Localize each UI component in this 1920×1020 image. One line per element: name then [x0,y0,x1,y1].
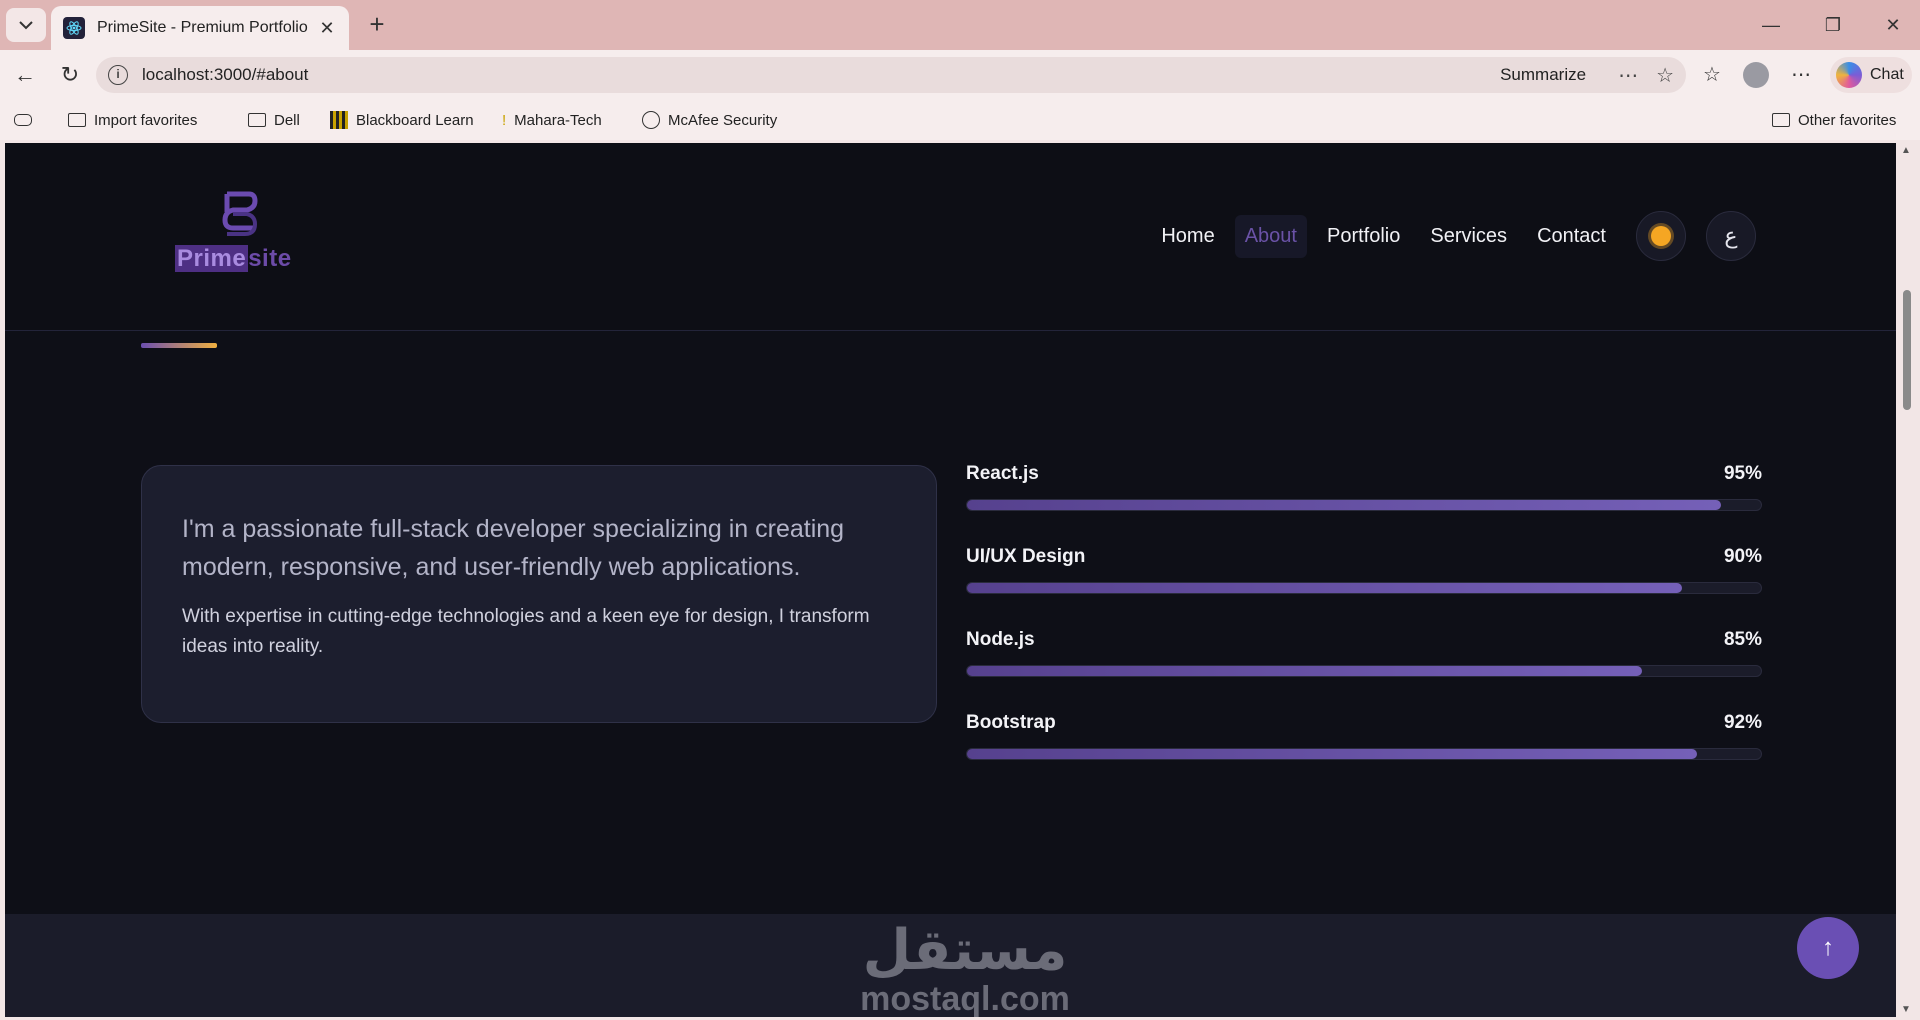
folder-icon [248,113,266,127]
browser-tab[interactable]: PrimeSite - Premium Portfolio ✕ [51,6,349,50]
site-logo[interactable]: Primesite [175,190,305,275]
globe-icon [642,111,660,129]
bookmark-import-favorites[interactable]: Import favorites [68,108,197,132]
skills-list: React.js 95% UI/UX Design 90% Node.js 85… [966,463,1762,795]
bookmark-label: Import favorites [94,111,198,129]
restore-button[interactable]: ❐ [1818,10,1848,40]
logo-text: Primesite [175,245,292,273]
bookmark-label: Mahara-Tech [514,111,602,129]
logo-text-site: site [248,245,292,272]
about-card: I'm a passionate full-stack developer sp… [141,465,937,723]
close-window-button[interactable]: ✕ [1878,10,1908,40]
skill-item: UI/UX Design 90% [966,546,1762,629]
torch-icon: ǃ [502,111,507,129]
theme-toggle-button[interactable] [1636,211,1686,261]
skill-item: Node.js 85% [966,629,1762,712]
copilot-icon [1836,62,1862,88]
back-to-top-button[interactable]: ↑ [1797,917,1859,979]
watermark-latin: mostaql.com [860,980,1070,1017]
skill-item: Bootstrap 92% [966,712,1762,795]
more-options-circle-icon[interactable]: ⋯ [1618,63,1638,88]
skill-progress-track [966,665,1762,677]
back-button[interactable]: ← [10,60,40,90]
mostaql-watermark: مستقل mostaql.com [845,918,1085,1017]
tab-title: PrimeSite - Premium Portfolio [97,19,308,36]
skill-progress-fill [967,583,1682,593]
bookmarks-menu-icon[interactable] [14,108,40,132]
close-tab-icon[interactable]: ✕ [317,18,337,39]
import-icon [68,113,86,127]
profile-avatar[interactable] [1743,62,1769,88]
tab-actions-menu-button[interactable] [6,8,46,42]
scroll-down-arrow-icon[interactable]: ▼ [1901,1004,1911,1015]
skill-progress-fill [967,749,1698,759]
skill-percent: 92% [1723,712,1762,733]
bookmark-blackboard[interactable]: Blackboard Learn [330,108,474,132]
skill-item: React.js 95% [966,463,1762,546]
summarize-button[interactable]: Summarize [1500,65,1586,85]
blackboard-icon [330,111,348,129]
skill-name: UI/UX Design [966,546,1086,567]
logo-s-mark-icon [222,191,258,236]
chevron-down-icon [19,21,33,30]
section-accent-line [141,343,217,348]
new-tab-button[interactable]: + [362,10,392,40]
about-lead-text: I'm a passionate full-stack developer sp… [182,515,845,581]
skill-progress-track [966,499,1762,511]
nav-services[interactable]: Services [1420,215,1517,258]
star-icon[interactable]: ☆ [1656,63,1674,88]
nav-about[interactable]: About [1234,214,1307,258]
other-favorites[interactable]: Other favorites [1772,108,1896,132]
bookmark-label: Blackboard Learn [356,111,474,129]
about-description: With expertise in cutting-edge technolog… [182,606,870,657]
bookmark-label: McAfee Security [668,111,778,129]
bookmarks-bar: Import favorites Dell Blackboard Learn ǃ… [0,100,1920,140]
other-favorites-label: Other favorites [1798,111,1897,129]
settings-more-icon[interactable]: ⋯ [1786,60,1816,90]
refresh-button[interactable]: ↻ [55,60,85,90]
next-section-band: مستقل mostaql.com [5,914,1896,1017]
bookmark-mahara-tech[interactable]: ǃ Mahara-Tech [502,108,602,132]
skill-name: React.js [966,463,1039,484]
skill-progress-track [966,748,1762,760]
watermark-arabic: مستقل [862,918,1068,983]
tab-bar: PrimeSite - Premium Portfolio ✕ + — ❐ ✕ [0,0,1920,50]
favorites-icon[interactable]: ☆ [1697,60,1727,90]
skill-name: Bootstrap [966,712,1056,733]
bookmark-dell[interactable]: Dell [248,108,300,132]
page-viewport: Primesite Home About Portfolio Services … [5,143,1896,1017]
scroll-thumb[interactable] [1903,290,1911,410]
bookmark-label: Dell [274,111,300,129]
skill-progress-fill [967,500,1722,510]
skill-percent: 85% [1723,629,1762,650]
nav-home[interactable]: Home [1151,215,1224,258]
url-text[interactable]: localhost:3000/#about [142,65,1500,85]
skill-progress-fill [967,666,1642,676]
skill-progress-track [966,582,1762,594]
skill-percent: 90% [1723,546,1762,567]
folder-icon [1772,113,1790,127]
info-icon[interactable]: i [108,65,128,85]
skill-percent: 95% [1723,463,1762,484]
nav-portfolio[interactable]: Portfolio [1317,215,1410,258]
bookmark-mcafee[interactable]: McAfee Security [642,108,777,132]
address-row: ← ↻ i localhost:3000/#about Summarize ⋯ … [0,50,1920,100]
page-scrollbar[interactable]: ▲ ▼ [1898,143,1916,1017]
language-label: ع [1724,223,1738,249]
react-favicon-icon [63,17,85,39]
logo-text-prime: Prime [175,245,249,272]
chat-label: Chat [1870,66,1904,83]
copilot-chat-button[interactable]: Chat [1830,57,1912,93]
sun-icon [1651,226,1671,246]
minimize-button[interactable]: — [1756,10,1786,40]
main-nav: Home About Portfolio Services Contact ع [1141,211,1756,261]
skill-name: Node.js [966,629,1035,650]
language-toggle-button[interactable]: ع [1706,211,1756,261]
nav-contact[interactable]: Contact [1527,215,1616,258]
address-bar[interactable]: i localhost:3000/#about Summarize ⋯ ☆ [96,57,1686,93]
site-header: Primesite Home About Portfolio Services … [5,143,1896,331]
scroll-up-arrow-icon[interactable]: ▲ [1901,145,1911,156]
